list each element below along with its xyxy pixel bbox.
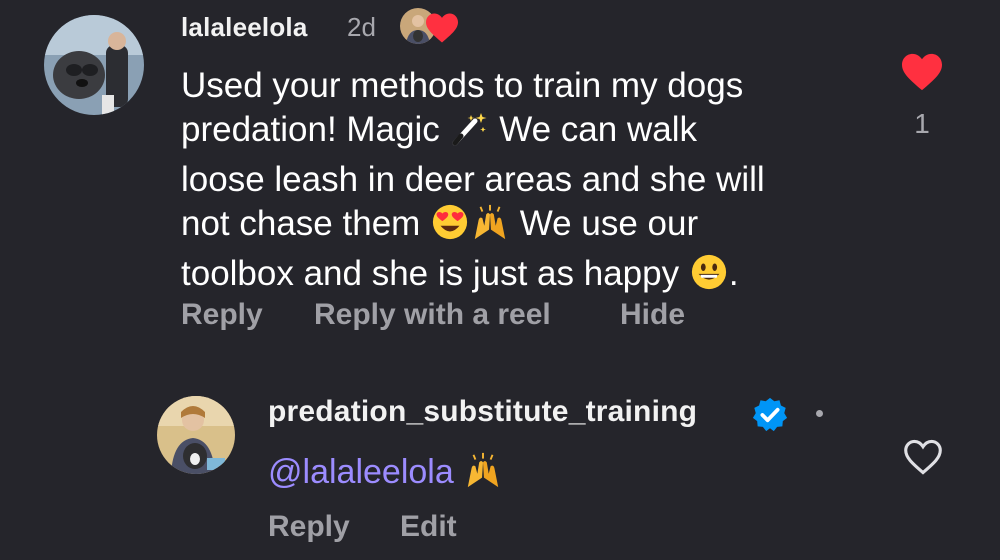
- comment-text: Used your methods to train my dogs preda…: [181, 64, 871, 302]
- comment-timestamp: 2d: [347, 12, 376, 42]
- comment-line-text: not chase them: [181, 204, 431, 243]
- separator-dot: [816, 410, 823, 417]
- creator-avatar[interactable]: [157, 396, 235, 474]
- comment-line-text: .: [728, 254, 739, 293]
- heart-outline-icon[interactable]: [902, 438, 944, 476]
- raised-hands-icon: [463, 451, 503, 500]
- heart-eyes-icon: [430, 203, 470, 252]
- comment-line-text: loose leash in deer areas and she will: [181, 160, 765, 199]
- comment-line-text: Used your methods to train my dogs: [181, 66, 744, 105]
- comment-line: predation! Magic We can walk: [181, 108, 871, 158]
- comment-line-text: We can walk: [489, 110, 697, 149]
- reply-button[interactable]: Reply: [181, 298, 263, 332]
- reply-with-reel-button[interactable]: Reply with a reel: [314, 298, 551, 332]
- magic-wand-icon: [449, 111, 489, 158]
- comment-line: not chase them We use our: [181, 202, 871, 252]
- comment-line: Used your methods to train my dogs: [181, 64, 871, 108]
- verified-badge-icon: [752, 397, 788, 432]
- edit-button[interactable]: Edit: [400, 510, 457, 544]
- creator-heart-icon: [426, 13, 458, 43]
- comment-line-text: We use our: [510, 204, 699, 243]
- reply-button[interactable]: Reply: [268, 510, 350, 544]
- mention-link[interactable]: @lalaleelola: [268, 453, 454, 491]
- reply-text: @lalaleelola: [268, 450, 958, 500]
- comment-line-text: toolbox and she is just as happy: [181, 254, 689, 293]
- commenter-avatar[interactable]: [44, 15, 144, 115]
- comment-line: loose leash in deer areas and she will: [181, 158, 871, 202]
- raised-hands-icon: [470, 203, 510, 252]
- like-count: 1: [914, 108, 930, 139]
- creator-username[interactable]: predation_substitute_training: [268, 395, 697, 429]
- comment-thread: lalaleelola 2d Used your methods to trai…: [0, 0, 1000, 560]
- commenter-username[interactable]: lalaleelola: [181, 12, 308, 43]
- comment-line-text: predation! Magic: [181, 110, 450, 149]
- comment-line: toolbox and she is just as happy .: [181, 252, 871, 302]
- hide-button[interactable]: Hide: [620, 298, 685, 332]
- heart-filled-icon[interactable]: [900, 52, 944, 92]
- grinning-face-icon: [689, 253, 729, 302]
